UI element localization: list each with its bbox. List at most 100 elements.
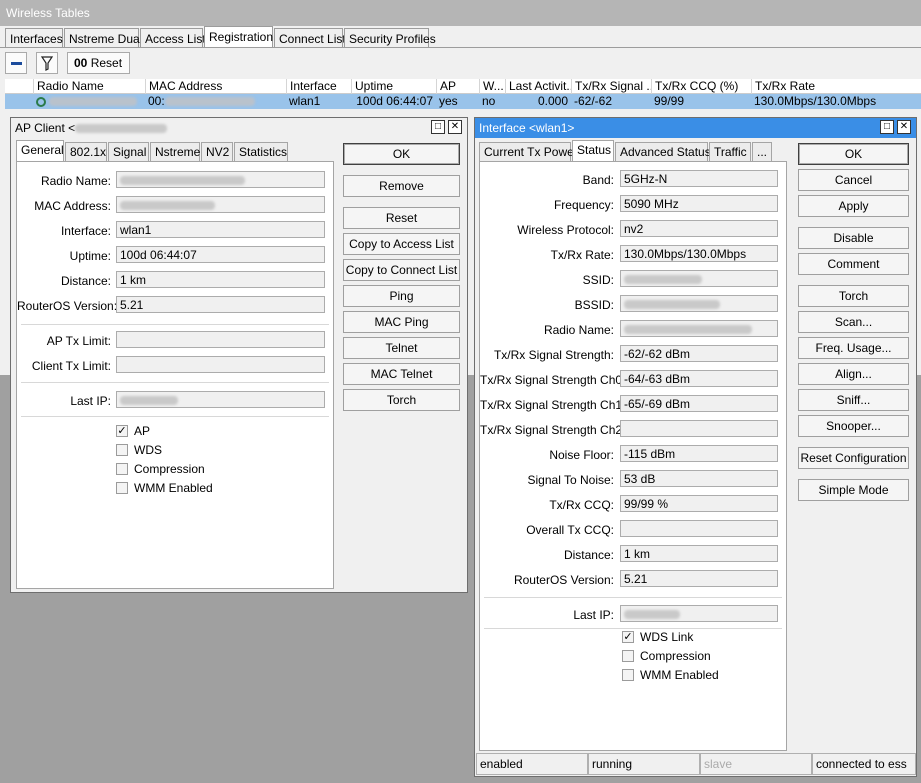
tab-nstreme-dual[interactable]: Nstreme Dual (64, 28, 142, 48)
wmm-checkbox[interactable] (622, 669, 634, 681)
cell-radio-name (33, 94, 145, 109)
separator (21, 382, 329, 383)
scan-button[interactable]: Scan... (798, 311, 909, 333)
wds-link-checkbox-label: WDS Link (640, 630, 694, 644)
wireless-protocol-field: nv2 (620, 220, 778, 237)
signal-strength-ch2-label: Tx/Rx Signal Strength Ch2: (480, 423, 626, 437)
reset-button[interactable]: 00 Reset (67, 52, 130, 74)
col-interface[interactable]: Interface (286, 79, 351, 94)
col-wds[interactable]: W... (479, 79, 505, 94)
ping-button[interactable]: Ping (343, 285, 460, 307)
bssid-field (620, 295, 778, 312)
tab-nv2[interactable]: NV2 (201, 142, 233, 161)
radio-name-label: Radio Name: (40, 174, 111, 188)
maximize-button[interactable]: □ (431, 120, 445, 134)
redacted-bssid (624, 300, 720, 310)
band-field: 5GHz-N (620, 170, 778, 187)
filter-icon (40, 56, 54, 71)
separator (484, 628, 782, 629)
redacted-title (75, 124, 168, 134)
tab-general[interactable]: General (16, 140, 64, 161)
ok-button[interactable]: OK (343, 143, 460, 165)
redacted-ip (624, 610, 680, 620)
tab-status[interactable]: Status (572, 140, 614, 161)
tab-8021x[interactable]: 802.1x (65, 142, 107, 161)
close-button[interactable]: ✕ (448, 120, 462, 134)
bssid-label: BSSID: (574, 298, 614, 312)
freq-usage-button[interactable]: Freq. Usage... (798, 337, 909, 359)
wmm-checkbox-label: WMM Enabled (134, 481, 213, 495)
snooper-button[interactable]: Snooper... (798, 415, 909, 437)
close-button[interactable]: ✕ (897, 120, 911, 134)
status-enabled: enabled (476, 753, 588, 775)
wds-checkbox[interactable] (116, 444, 128, 456)
compression-checkbox[interactable] (116, 463, 128, 475)
col-rate[interactable]: Tx/Rx Rate (751, 79, 916, 94)
compression-checkbox[interactable] (622, 650, 634, 662)
torch-button[interactable]: Torch (343, 389, 460, 411)
tab-signal[interactable]: Signal (108, 142, 149, 161)
col-last-activity[interactable]: Last Activit... (505, 79, 571, 94)
uptime-label: Uptime: (69, 249, 111, 263)
col-ap[interactable]: AP (436, 79, 479, 94)
tab-statistics[interactable]: Statistics (234, 142, 288, 161)
col-mac-address[interactable]: MAC Address (145, 79, 286, 94)
col-signal[interactable]: Tx/Rx Signal ... (571, 79, 651, 94)
tx-rx-ccq-field: 99/99 % (620, 495, 778, 512)
tab-connect-list[interactable]: Connect List (274, 28, 346, 48)
tab-traffic[interactable]: Traffic (709, 142, 751, 161)
comment-button[interactable]: Comment (798, 253, 909, 275)
disable-button[interactable]: Disable (798, 227, 909, 249)
radio-name-label: Radio Name: (543, 323, 614, 337)
tab-nstreme[interactable]: Nstreme (150, 142, 200, 161)
frequency-field: 5090 MHz (620, 195, 778, 212)
table-row[interactable]: 00: wlan1 100d 06:44:07 yes no 0.000 -62… (5, 94, 921, 109)
wifi-icon (36, 96, 46, 107)
overall-tx-ccq-label: Overall Tx CCQ: (526, 523, 614, 537)
tab-more[interactable]: ... (752, 142, 772, 161)
telnet-button[interactable]: Telnet (343, 337, 460, 359)
redacted-mac (164, 97, 255, 107)
simple-mode-button[interactable]: Simple Mode (798, 479, 909, 501)
reset-label: Reset (90, 56, 123, 70)
close-icon: ✕ (899, 121, 909, 132)
tab-advanced-status[interactable]: Advanced Status (615, 142, 711, 161)
wmm-checkbox-label: WMM Enabled (640, 668, 719, 682)
copy-to-connect-list-button[interactable]: Copy to Connect List (343, 259, 460, 281)
reset-configuration-button[interactable]: Reset Configuration (798, 447, 909, 469)
wds-link-checkbox[interactable]: ✓ (622, 631, 634, 643)
tab-registration[interactable]: Registration (204, 26, 273, 48)
cancel-button[interactable]: Cancel (798, 169, 909, 191)
col-uptime[interactable]: Uptime (351, 79, 436, 94)
torch-button[interactable]: Torch (798, 285, 909, 307)
mac-ping-button[interactable]: MAC Ping (343, 311, 460, 333)
status-running: running (588, 753, 700, 775)
noise-floor-field: -115 dBm (620, 445, 778, 462)
maximize-button[interactable]: □ (880, 120, 894, 134)
tab-access-list[interactable]: Access List (140, 28, 206, 48)
col-ccq[interactable]: Tx/Rx CCQ (%) (651, 79, 751, 94)
table-header: Radio Name MAC Address Interface Uptime … (5, 79, 921, 94)
tab-security-profiles[interactable]: Security Profiles (344, 28, 436, 48)
tab-interfaces[interactable]: Interfaces (5, 28, 63, 48)
cell-last-activity: 0.000 (537, 94, 568, 108)
copy-to-access-list-button[interactable]: Copy to Access List (343, 233, 460, 255)
ap-checkbox[interactable]: ✓ (116, 425, 128, 437)
signal-strength-ch0-label: Tx/Rx Signal Strength Ch0: (480, 373, 626, 387)
overall-tx-ccq-field (620, 520, 778, 537)
apply-button[interactable]: Apply (798, 195, 909, 217)
filter-button[interactable] (36, 52, 58, 74)
ok-button[interactable]: OK (798, 143, 909, 165)
reset-button[interactable]: Reset (343, 207, 460, 229)
remove-button[interactable] (5, 52, 27, 74)
wmm-checkbox[interactable] (116, 482, 128, 494)
redacted-ssid (624, 275, 702, 285)
tab-current-tx-power[interactable]: Current Tx Power (479, 142, 578, 161)
remove-button[interactable]: Remove (343, 175, 460, 197)
sniff-button[interactable]: Sniff... (798, 389, 909, 411)
align-button[interactable]: Align... (798, 363, 909, 385)
cell-uptime: 100d 06:44:07 (356, 94, 433, 108)
status-connection: connected to ess (812, 753, 916, 775)
mac-telnet-button[interactable]: MAC Telnet (343, 363, 460, 385)
col-radio-name[interactable]: Radio Name (33, 79, 145, 94)
